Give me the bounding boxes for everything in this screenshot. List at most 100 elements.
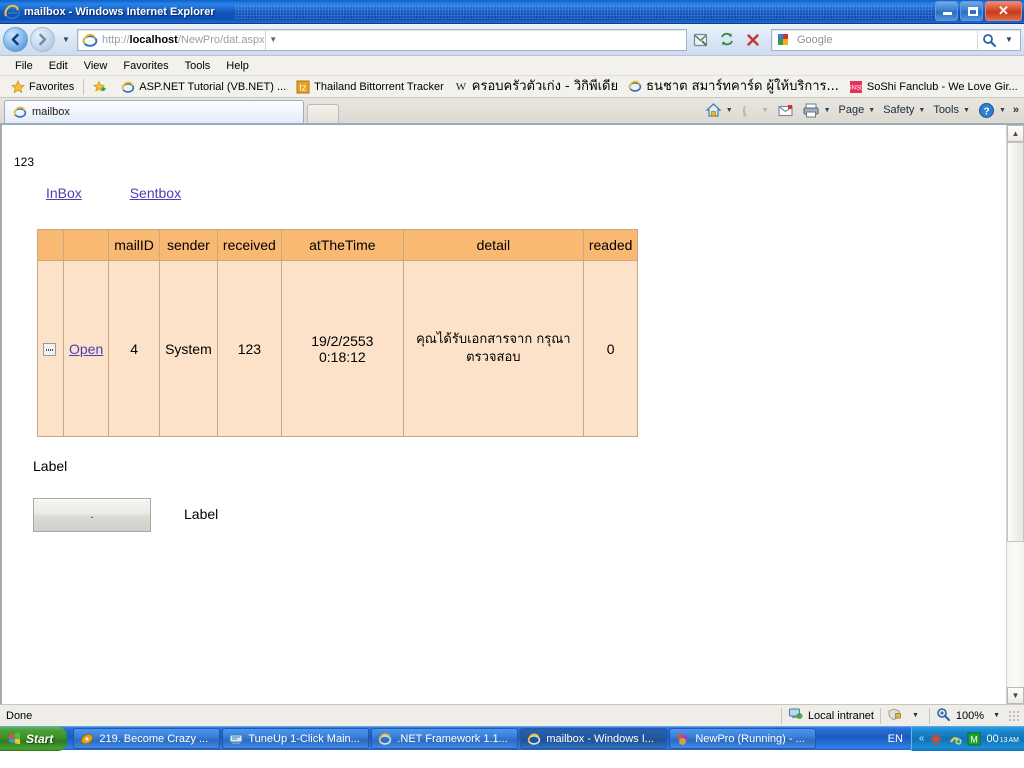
protected-mode[interactable]: ▼	[887, 707, 923, 724]
feeds-button[interactable]: ▼	[737, 100, 773, 121]
taskbar-item-dotnet-framework[interactable]: .NET Framework 1.1...	[371, 728, 519, 749]
chevron-down-icon[interactable]: ▼	[908, 710, 923, 721]
clock[interactable]: 00 13 AM	[986, 733, 1019, 745]
star-icon	[11, 79, 25, 94]
network-icon[interactable]	[948, 732, 962, 746]
scrollbar-thumb[interactable]	[1007, 142, 1024, 542]
ie-icon	[628, 79, 642, 93]
read-mail-button[interactable]	[773, 100, 798, 121]
close-button[interactable]: ✕	[985, 1, 1022, 21]
favorite-thailand-bittorrent-tracker[interactable]: tz Thailand Bittorrent Tracker	[291, 79, 449, 95]
antivirus-icon[interactable]	[929, 732, 943, 746]
chevron-down-icon[interactable]: ▼	[762, 107, 769, 114]
favorite-label: ASP.NET Tutorial (VB.NET) ...	[139, 80, 287, 93]
refresh-button[interactable]	[715, 28, 739, 52]
menu-view[interactable]: View	[76, 58, 116, 74]
favorite-thanachart-smartcard[interactable]: ธนชาต สมาร์ทคาร์ด ผู้ให้บริการ...	[623, 77, 844, 97]
taskbar: Start 219. Become Crazy ... TuneUp 1-Cli…	[0, 726, 1024, 751]
help-menu[interactable]: ? ▼	[974, 100, 1010, 121]
security-zone[interactable]: Local intranet	[788, 707, 874, 724]
clock-minutes: 13	[999, 736, 1008, 744]
minimize-button[interactable]	[935, 1, 958, 21]
taskbar-item-label: .NET Framework 1.1...	[397, 732, 508, 745]
add-star-icon	[93, 80, 107, 94]
resize-grip[interactable]	[1008, 709, 1020, 722]
address-input[interactable]: http://localhost/NewPro/dat.aspx	[102, 34, 265, 46]
tab-mailbox[interactable]: mailbox	[4, 100, 304, 123]
monitor-icon[interactable]: M	[967, 732, 981, 746]
taskbar-item-label: 219. Become Crazy ...	[99, 732, 209, 745]
favorite-wikipedia-thai[interactable]: W ครอบครัวตัวเก่ง - วิกิพีเดีย	[449, 77, 623, 97]
scrollbar-track[interactable]	[1007, 542, 1024, 687]
scroll-up-icon[interactable]: ▲	[1007, 125, 1024, 142]
favorites-button[interactable]: Favorites	[6, 79, 79, 95]
form-button[interactable]: .	[33, 498, 151, 532]
show-hidden-icons-icon[interactable]: «	[919, 733, 925, 744]
favorite-label: Thailand Bittorrent Tracker	[314, 80, 444, 93]
vertical-scrollbar[interactable]: ▲ ▼	[1006, 125, 1024, 704]
safety-menu[interactable]: Safety ▼	[879, 102, 929, 118]
search-box[interactable]: Google ▼	[771, 28, 1021, 51]
window-title: mailbox - Windows Internet Explorer	[24, 5, 215, 18]
search-input[interactable]: Google	[797, 34, 832, 46]
favorite-aspnet-tutorial[interactable]: ASP.NET Tutorial (VB.NET) ...	[116, 79, 291, 95]
chevron-down-icon[interactable]: ▼	[999, 107, 1006, 114]
start-button[interactable]: Start	[0, 726, 68, 751]
overflow-chevron-icon[interactable]: »	[1010, 104, 1022, 116]
address-dropdown-icon[interactable]: ▼	[264, 29, 281, 50]
navigation-bar: ▼ http://localhost/NewPro/dat.aspx ▼ Goo…	[0, 24, 1024, 56]
open-link[interactable]: Open	[69, 341, 103, 357]
header-atthetime: atTheTime	[280, 229, 404, 261]
chevron-down-icon[interactable]: ▼	[58, 30, 74, 50]
url-scheme: http://	[102, 33, 130, 46]
home-button[interactable]: ▼	[701, 100, 737, 121]
tools-menu[interactable]: Tools ▼	[929, 102, 974, 118]
chevron-down-icon[interactable]: ▼	[963, 107, 970, 114]
svg-text:W: W	[456, 81, 467, 93]
zoom-control[interactable]: 100% ▼	[936, 707, 1004, 724]
chevron-down-icon[interactable]: ▼	[868, 107, 875, 114]
cell-sender: System	[158, 260, 218, 437]
add-to-favorites-bar-button[interactable]	[88, 79, 116, 95]
menu-tools[interactable]: Tools	[177, 58, 219, 74]
chevron-down-icon[interactable]: ▼	[918, 107, 925, 114]
menu-favorites[interactable]: Favorites	[115, 58, 176, 74]
taskbar-item-newpro[interactable]: NewPro (Running) - ...	[669, 728, 817, 749]
menu-help[interactable]: Help	[218, 58, 257, 74]
scroll-down-icon[interactable]: ▼	[1007, 687, 1024, 704]
chevron-down-icon[interactable]: ▼	[726, 107, 733, 114]
address-bar[interactable]: http://localhost/NewPro/dat.aspx ▼	[77, 28, 687, 51]
new-tab-button[interactable]	[307, 104, 339, 123]
cell-mailid: 4	[108, 260, 160, 437]
intranet-icon	[788, 707, 803, 724]
table-row: Open 4 System 123 19/2/2553 0:18:12 คุณไ…	[37, 260, 639, 437]
inbox-link[interactable]: InBox	[46, 185, 82, 201]
page-icon	[82, 32, 98, 48]
taskbar-item-media[interactable]: 219. Become Crazy ...	[73, 728, 221, 749]
back-button[interactable]	[3, 27, 28, 52]
stop-button[interactable]	[741, 28, 765, 52]
taskbar-item-mailbox[interactable]: mailbox - Windows I...	[520, 728, 668, 749]
menu-file[interactable]: File	[7, 58, 41, 74]
language-indicator[interactable]: EN	[880, 733, 911, 745]
chevron-down-icon[interactable]: ▼	[989, 710, 1004, 721]
favorite-label: ธนชาต สมาร์ทคาร์ด ผู้ให้บริการ...	[646, 78, 839, 94]
search-icon[interactable]	[978, 30, 1000, 50]
search-options-icon[interactable]: ▼	[1001, 30, 1017, 50]
taskbar-item-tuneup[interactable]: TuneUp 1-Click Main...	[222, 728, 370, 749]
print-button[interactable]: ▼	[798, 100, 835, 121]
zone-label: Local intranet	[807, 709, 874, 722]
favorite-soshi-fanclub[interactable]: SNSD SoShi Fanclub - We Love Gir...	[844, 79, 1023, 95]
compatibility-view-button[interactable]	[689, 28, 713, 52]
sentbox-link[interactable]: Sentbox	[130, 185, 181, 201]
forward-button[interactable]	[30, 27, 55, 52]
windows-flag-icon	[8, 732, 21, 745]
security-icon	[887, 707, 903, 724]
chevron-down-icon[interactable]: ▼	[824, 107, 831, 114]
restore-button[interactable]	[960, 1, 983, 21]
status-right: Local intranet ▼ 100% ▼	[775, 707, 1024, 724]
vs-icon	[676, 732, 690, 746]
menu-edit[interactable]: Edit	[41, 58, 76, 74]
page-menu[interactable]: Page ▼	[835, 102, 880, 118]
window-title-bar[interactable]: mailbox - Windows Internet Explorer ✕	[0, 0, 1024, 24]
